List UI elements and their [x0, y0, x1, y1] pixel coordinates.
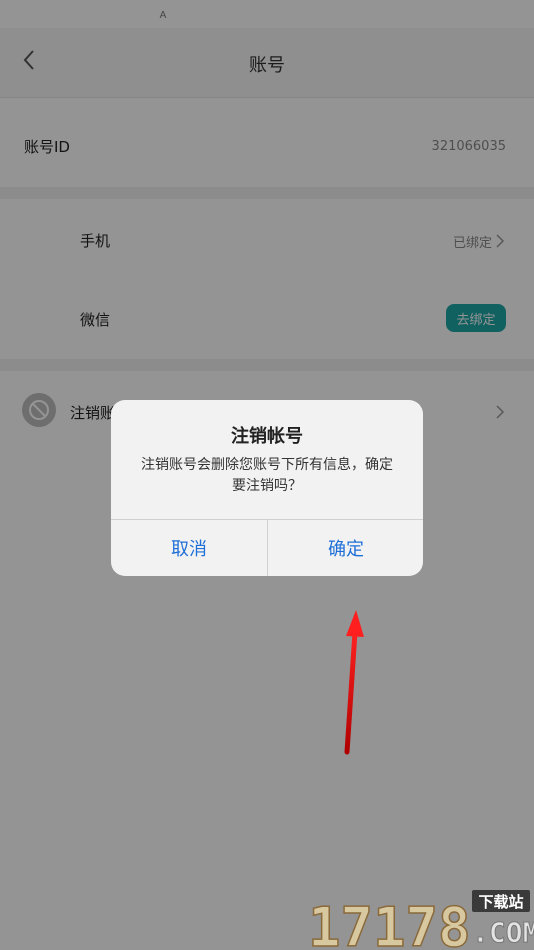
svg-text:17178: 17178 — [308, 896, 471, 950]
dialog-message-line2: 要注销吗？ — [232, 478, 302, 494]
svg-text:.COM: .COM — [472, 916, 534, 949]
svg-text:下载站: 下载站 — [478, 893, 523, 911]
dialog-message: 注销账号会删除您账号下所有信息，确定 要注销吗？ — [129, 455, 405, 497]
dialog-title: 注销帐号 — [231, 426, 303, 447]
dialog-cancel-button[interactable]: 取消 — [111, 520, 267, 576]
watermark-logo: 下载站 17178 .COM — [307, 880, 534, 950]
account-screen: 11:21 A 账号 账号ID 321066035 手机 已绑定 微信 去绑定 … — [0, 0, 534, 950]
dialog-confirm-button[interactable]: 确定 — [268, 520, 423, 576]
cancel-account-dialog: 注销帐号 注销账号会删除您账号下所有信息，确定 要注销吗？ 取消 确定 — [111, 400, 423, 576]
dialog-message-line1: 注销账号会删除您账号下所有信息，确定 — [141, 457, 393, 473]
